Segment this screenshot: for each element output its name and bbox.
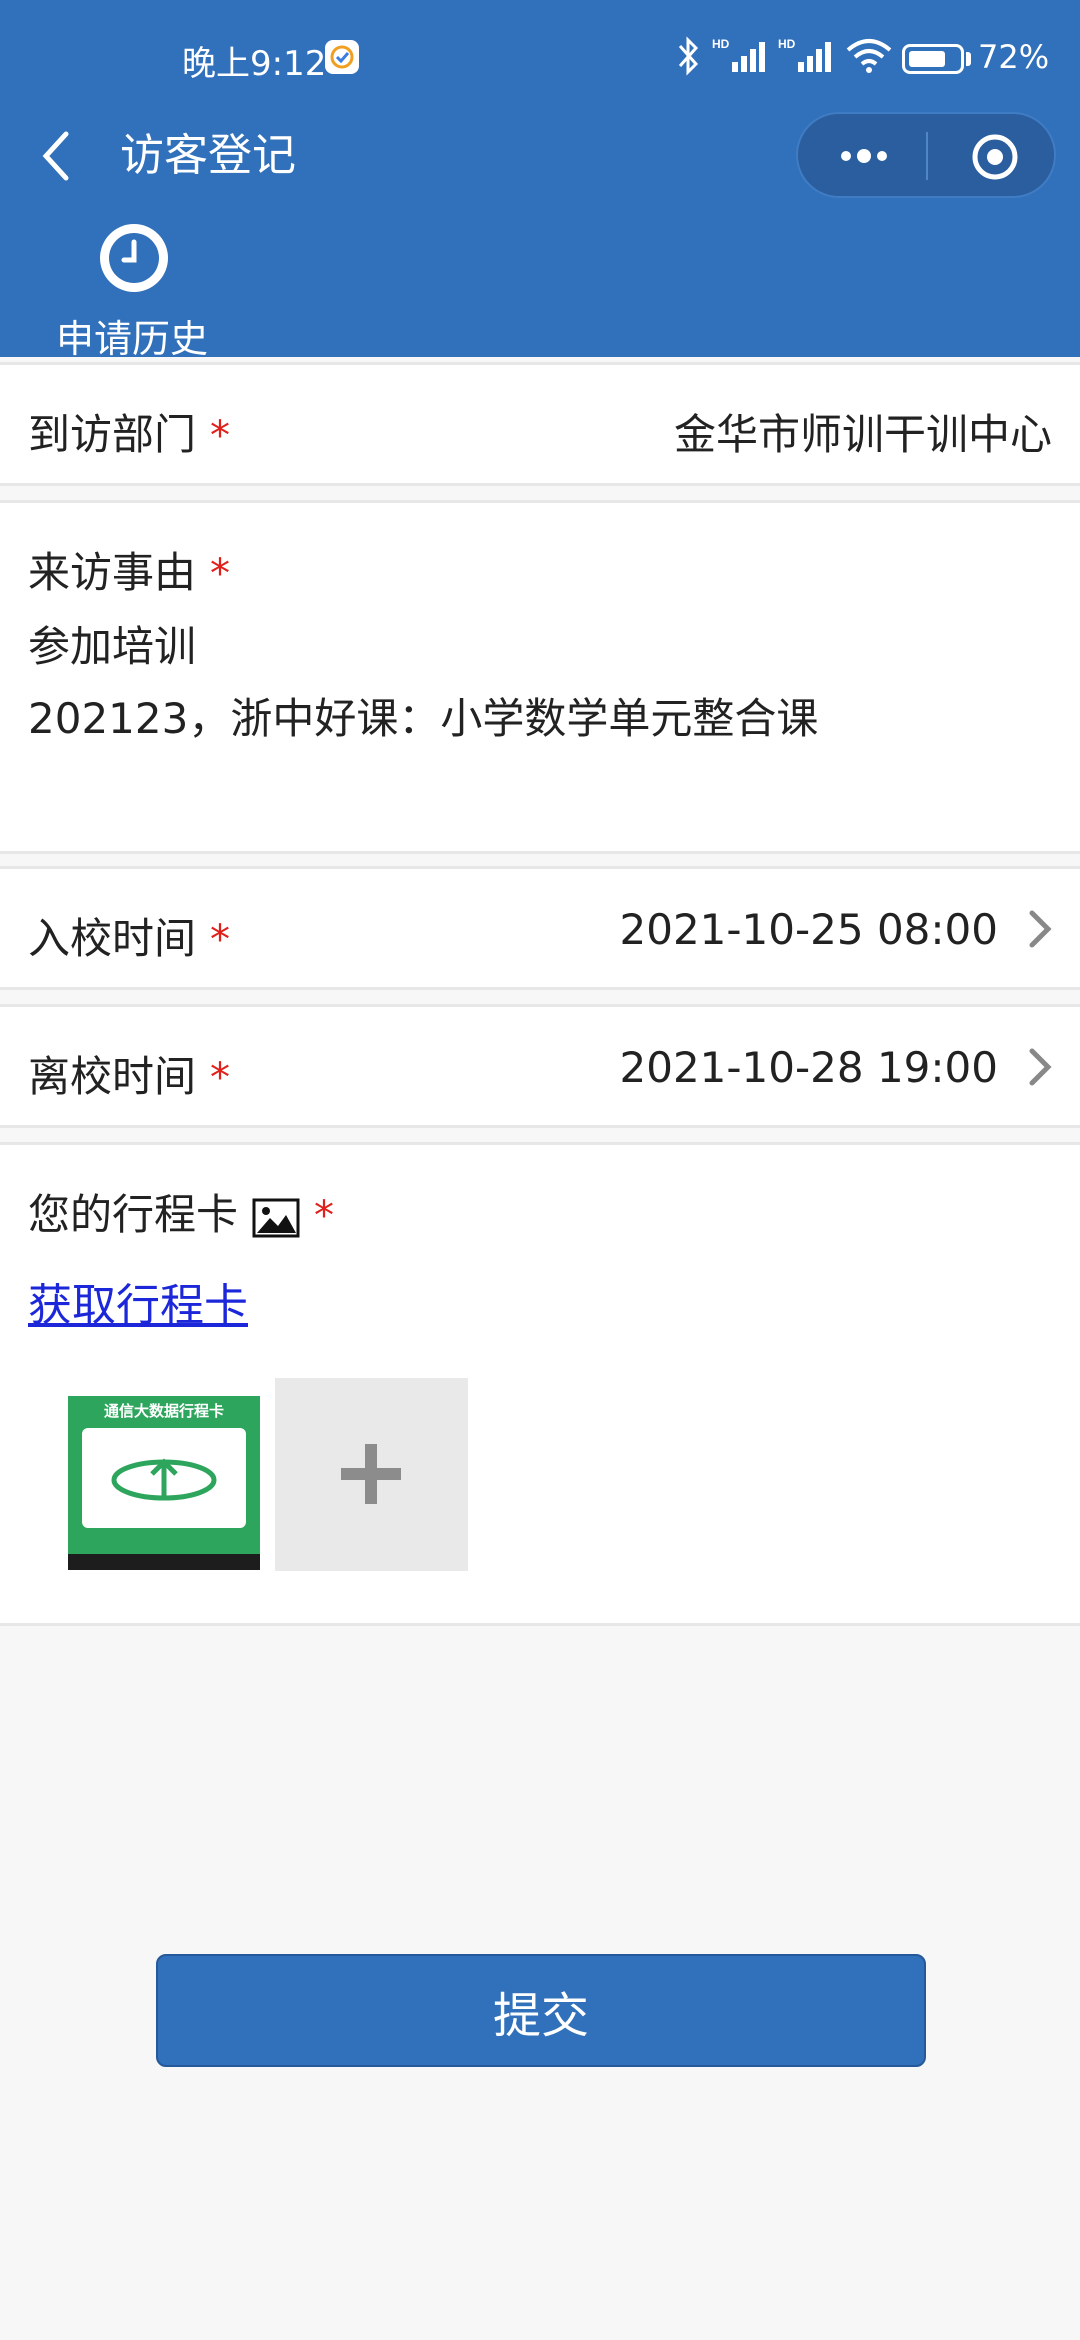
department-label-text: 到访部门	[28, 410, 197, 459]
reason-line: 参加培训	[28, 622, 197, 671]
reason-label: 来访事由 *	[28, 539, 230, 600]
history-label: 申请历史	[55, 317, 208, 361]
trip-card-label: 您的行程卡 *	[28, 1181, 334, 1242]
required-mark: *	[210, 917, 231, 963]
svg-text:HD: HD	[712, 37, 730, 51]
add-image-button[interactable]	[275, 1378, 468, 1571]
close-button[interactable]	[970, 132, 1020, 182]
hd-signal-icon: HD	[778, 37, 831, 72]
leave-time-label-text: 离校时间	[28, 1052, 197, 1101]
thumbnail-statusbar	[68, 1378, 260, 1396]
bluetooth-icon	[678, 36, 699, 76]
trip-card-label-text: 您的行程卡	[28, 1190, 239, 1239]
submit-button[interactable]: 提交	[156, 1954, 926, 2067]
leave-time-row[interactable]: 离校时间 * 2021-10-28 19:00	[0, 1004, 1080, 1128]
more-dots-icon	[841, 149, 887, 163]
more-button[interactable]	[834, 138, 894, 174]
chevron-left-icon	[42, 131, 69, 181]
department-row[interactable]: 到访部门 * 金华市师训干训中心	[0, 362, 1080, 486]
battery-tip	[966, 52, 971, 66]
mini-program-capsule	[796, 112, 1056, 198]
department-value: 金华市师训干训中心	[673, 410, 1052, 459]
battery-icon	[902, 44, 964, 74]
page-title: 访客登记	[120, 130, 296, 181]
status-icons: HD HD	[676, 34, 904, 78]
reason-line: 202123，浙中好课：小学数学单元整合课	[28, 694, 819, 743]
trip-card-section: 您的行程卡 * 获取行程卡 通信大数据行程卡	[0, 1142, 1080, 1626]
header: 晚上9:12 HD HD 72% 访客登记 申请历史	[0, 0, 1080, 361]
app-notification-icon	[325, 40, 359, 74]
required-mark: *	[210, 1055, 231, 1101]
get-trip-card-link[interactable]: 获取行程卡	[28, 1269, 248, 1333]
battery-percent: 72%	[978, 38, 1050, 76]
hd-signal-icon: HD	[712, 37, 765, 72]
trip-card-thumbnail[interactable]: 通信大数据行程卡	[68, 1378, 260, 1570]
status-time: 晚上9:12	[182, 44, 327, 84]
chevron-right-icon	[1029, 910, 1052, 948]
green-arrow-icon	[111, 1458, 217, 1501]
entry-time-label: 入校时间 *	[28, 905, 230, 966]
battery-fill	[909, 51, 945, 67]
thumbnail-footer	[68, 1554, 260, 1570]
required-mark: *	[210, 551, 231, 597]
image-icon	[252, 1198, 300, 1237]
wifi-icon	[846, 39, 892, 73]
required-mark: *	[210, 413, 231, 459]
thumbnail-card	[82, 1428, 246, 1528]
capsule-divider	[926, 132, 928, 180]
entry-time-label-text: 入校时间	[28, 914, 197, 963]
application-history-button[interactable]: 申请历史	[52, 222, 212, 361]
target-circle-icon	[972, 134, 1018, 180]
plus-icon	[341, 1444, 401, 1504]
back-button[interactable]	[36, 126, 76, 186]
status-bar: 晚上9:12 HD HD 72%	[0, 0, 1080, 110]
entry-time-value: 2021-10-25 08:00	[619, 905, 998, 954]
clock-icon	[100, 224, 168, 292]
department-label: 到访部门 *	[28, 401, 230, 462]
chevron-right-icon	[1029, 1048, 1052, 1086]
reason-field[interactable]: 来访事由 * 参加培训 202123，浙中好课：小学数学单元整合课	[0, 500, 1080, 854]
required-mark: *	[314, 1193, 335, 1239]
leave-time-label: 离校时间 *	[28, 1043, 230, 1104]
leave-time-value: 2021-10-28 19:00	[619, 1043, 998, 1092]
reason-text: 参加培训 202123，浙中好课：小学数学单元整合课	[28, 611, 818, 755]
reason-label-text: 来访事由	[28, 548, 197, 597]
entry-time-row[interactable]: 入校时间 * 2021-10-25 08:00	[0, 866, 1080, 990]
thumbnail-title: 通信大数据行程卡	[103, 1402, 224, 1420]
svg-text:HD: HD	[778, 37, 796, 51]
